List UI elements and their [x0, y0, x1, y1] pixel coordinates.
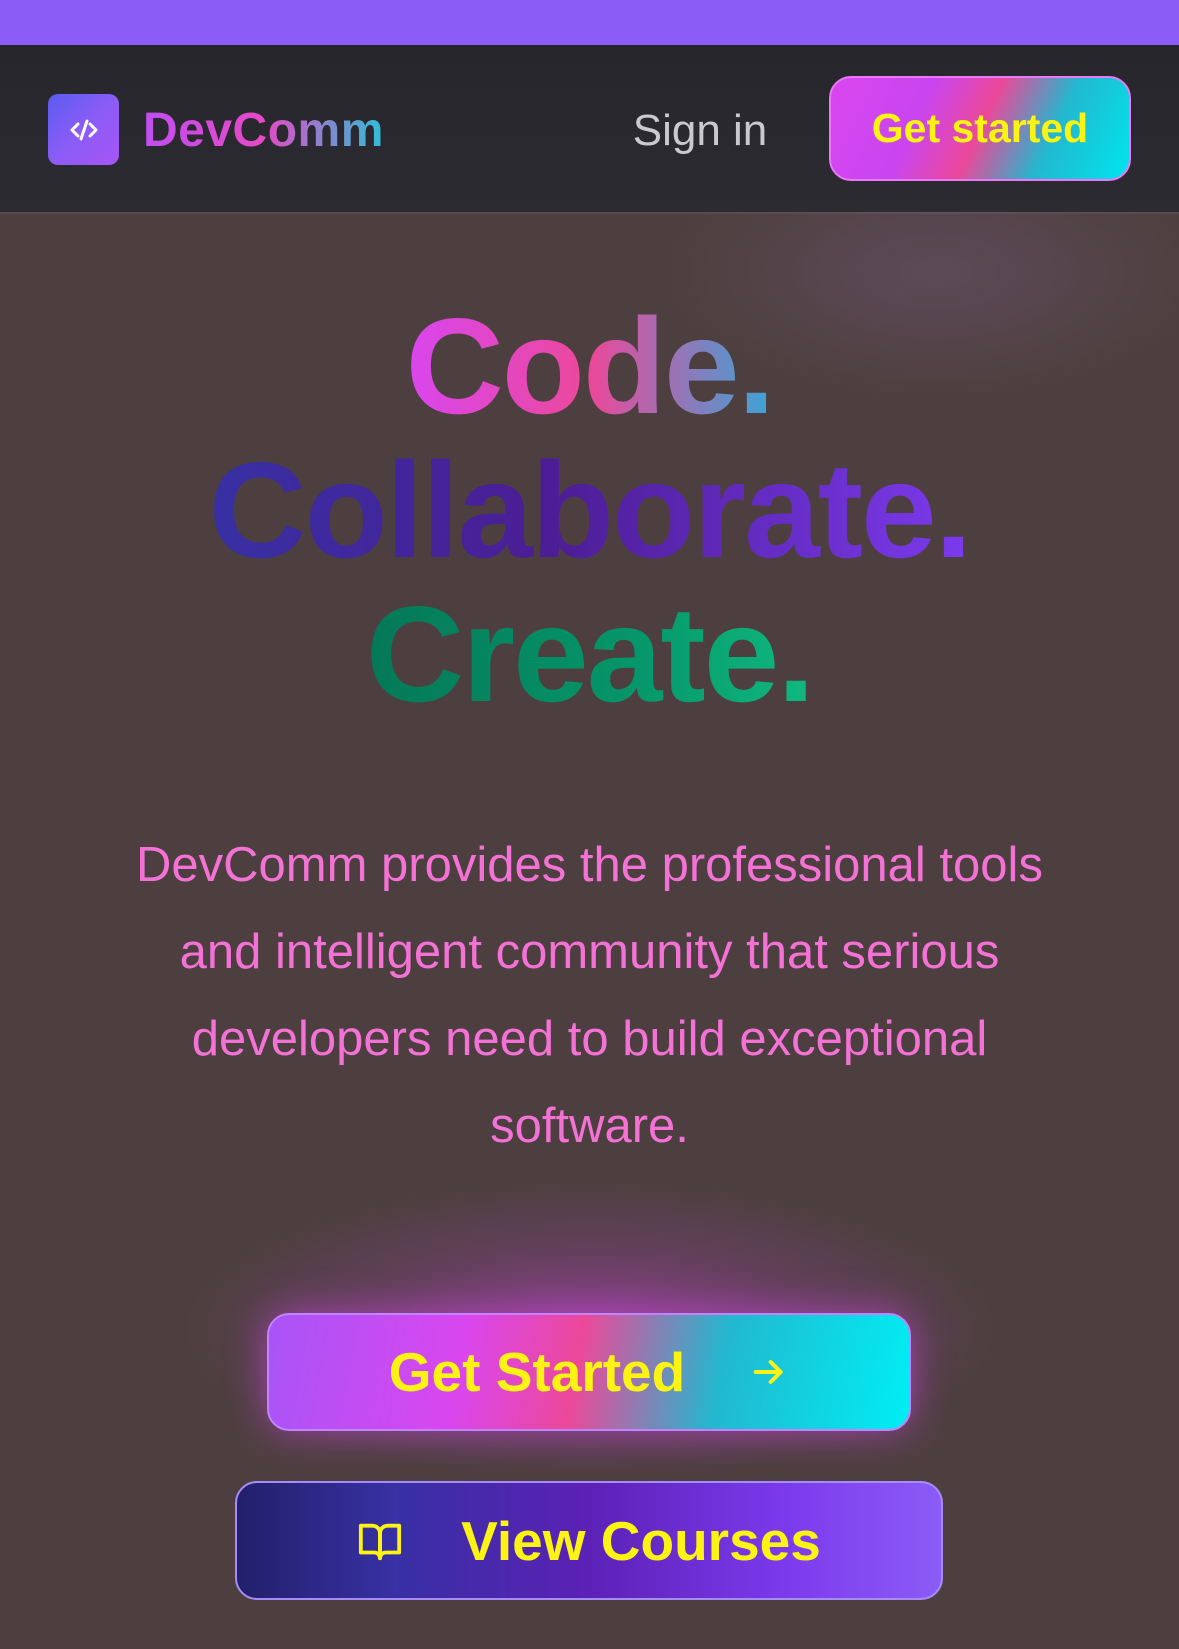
headline-create: Create.	[365, 578, 815, 730]
sign-in-link[interactable]: Sign in	[620, 99, 780, 163]
get-started-label: Get Started	[388, 1341, 686, 1403]
view-courses-label: View Courses	[461, 1509, 821, 1572]
code-icon	[70, 119, 97, 140]
headline-line-3: Create.	[0, 582, 1179, 726]
nav-get-started-button[interactable]: Get started	[829, 76, 1131, 181]
top-strip	[0, 0, 1179, 45]
headline-line-1: Code.	[0, 294, 1179, 438]
headline-collaborate: Collaborate.	[208, 434, 973, 586]
headline-line-2: Collaborate.	[0, 438, 1179, 582]
get-started-button[interactable]: Get Started	[267, 1313, 911, 1431]
arrow-right-icon	[753, 1360, 783, 1384]
hero-description: DevComm provides the professional tools …	[136, 838, 1043, 1153]
book-open-icon	[359, 1523, 402, 1560]
logo-badge[interactable]	[48, 94, 119, 165]
view-courses-button[interactable]: View Courses	[235, 1481, 943, 1600]
headline-code: Code.	[405, 290, 776, 442]
brand-name[interactable]: DevComm	[143, 101, 384, 161]
